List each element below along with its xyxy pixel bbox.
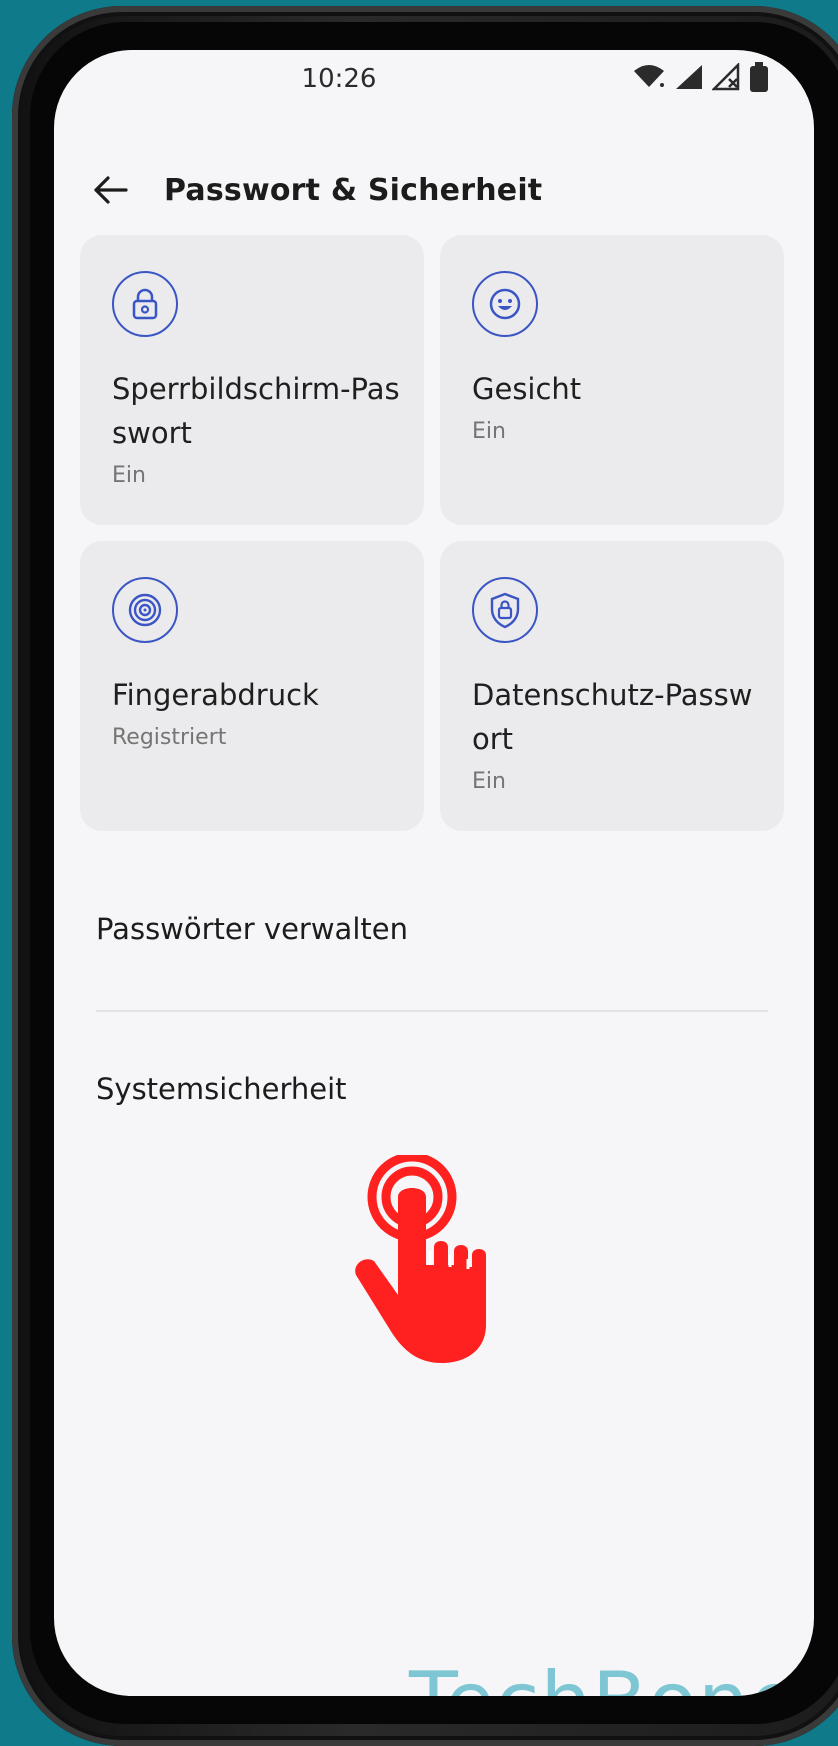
- signal-icon: [676, 65, 702, 89]
- app-header: Passwort & Sicherheit: [90, 160, 542, 220]
- divider: [96, 1010, 768, 1012]
- face-icon: [472, 271, 538, 337]
- card-privacy-password[interactable]: Datenschutz-Passw ort Ein: [440, 541, 784, 831]
- card-subtitle: Ein: [472, 419, 506, 444]
- card-subtitle: Ein: [112, 463, 146, 488]
- card-subtitle: Ein: [472, 769, 506, 794]
- card-subtitle: Registriert: [112, 725, 227, 750]
- page-title: Passwort & Sicherheit: [164, 172, 543, 208]
- status-bar: 10:26: [54, 50, 814, 140]
- card-title: Fingerabdruck: [112, 678, 319, 712]
- list-item-manage-passwords[interactable]: Passwörter verwalten: [96, 912, 408, 946]
- back-arrow-icon[interactable]: [90, 170, 130, 210]
- card-title: Datenschutz-Passw ort: [472, 678, 753, 756]
- card-fingerprint[interactable]: Fingerabdruck Registriert: [80, 541, 424, 831]
- list-item-system-security[interactable]: Systemsicherheit: [96, 1072, 347, 1106]
- card-lock-screen-password[interactable]: Sperrbildschirm-Pas swort Ein: [80, 235, 424, 525]
- card-title: Sperrbildschirm-Pas swort: [112, 372, 400, 450]
- watermark: TechBone: [409, 1655, 800, 1696]
- lock-icon: [112, 271, 178, 337]
- tap-hand-icon: [355, 1155, 486, 1363]
- signal-no-service-icon: [712, 63, 740, 91]
- card-title: Gesicht: [472, 372, 582, 406]
- battery-icon: [750, 62, 768, 92]
- status-icons: [632, 62, 768, 92]
- card-face[interactable]: Gesicht Ein: [440, 235, 784, 525]
- wifi-icon: [634, 65, 664, 87]
- shield-lock-icon: [472, 577, 538, 643]
- phone-screen: 10:26 Passwort & Sicherheit Sperrbildsch…: [54, 50, 814, 1696]
- status-time: 10:26: [301, 64, 377, 94]
- fingerprint-icon: [112, 577, 178, 643]
